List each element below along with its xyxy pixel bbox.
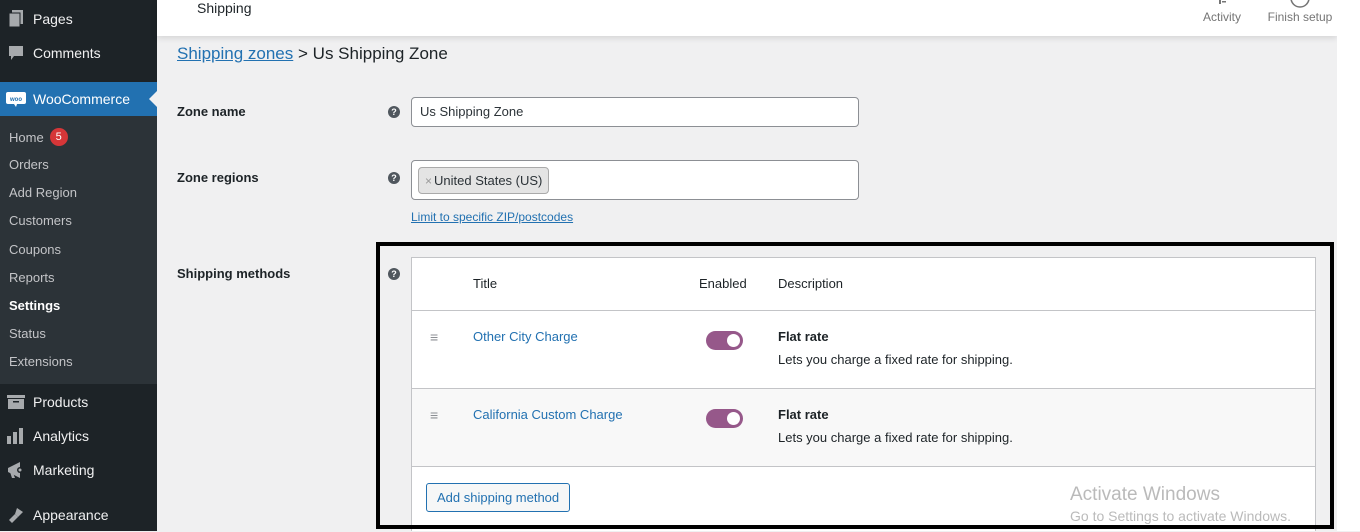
submenu-item-settings[interactable]: Settings [9,298,60,313]
sidebar-item-label: Analytics [33,428,90,444]
submenu-item-reports[interactable]: Reports [9,270,55,285]
submenu-item-label: Add Region [9,185,77,200]
sidebar-item-products[interactable]: Products [0,385,157,419]
comments-icon [6,43,26,63]
windows-activation-watermark: Activate Windows Go to Settings to activ… [1070,484,1291,524]
sidebar-item-marketing[interactable]: Marketing [0,453,157,487]
sidebar-item-label: Marketing [33,462,95,478]
zone-regions-label: Zone regions [177,170,259,185]
sidebar-item-analytics[interactable]: Analytics [0,419,157,453]
analytics-icon [6,426,26,446]
sidebar-item-woocommerce[interactable]: woo WooCommerce [0,82,157,116]
submenu-item-extensions[interactable]: Extensions [9,354,73,369]
current-menu-arrow [149,91,157,107]
admin-sidebar: Pages Comments woo WooCommerce Home 5 Or… [0,0,157,531]
breadcrumb-current: Us Shipping Zone [312,44,448,63]
sidebar-item-label: Appearance [33,507,109,523]
submenu-item-home[interactable]: Home 5 [9,128,68,146]
notification-badge: 5 [49,128,68,146]
watermark-subtitle: Go to Settings to activate Windows. [1070,508,1291,524]
submenu-item-status[interactable]: Status [9,326,46,341]
zone-regions-select[interactable]: × United States (US) [411,160,859,200]
page-heading: Shipping [197,0,252,16]
submenu-item-label: Extensions [9,354,73,369]
submenu-item-label: Orders [9,157,49,172]
help-icon[interactable]: ? [388,172,400,184]
region-chip: × United States (US) [418,167,550,194]
woocommerce-icon: woo [6,89,26,109]
woocommerce-submenu: Home 5 Orders Add Region Customers Coupo… [0,116,157,384]
finish-setup-label: Finish setup [1267,10,1333,24]
activity-label: Activity [1202,10,1241,24]
help-icon[interactable]: ? [388,106,400,118]
submenu-item-label: Status [9,326,46,341]
appearance-icon [6,505,26,525]
breadcrumb: Shipping zones > Us Shipping Zone [177,44,448,64]
progress-circle-icon [1290,0,1310,8]
submenu-item-label: Settings [9,298,61,313]
sidebar-item-appearance[interactable]: Appearance [0,498,157,532]
breadcrumb-separator: > [298,44,308,63]
finish-setup-button[interactable]: Finish setup [1265,0,1335,24]
limit-postcodes-link[interactable]: Limit to specific ZIP/postcodes [411,210,573,224]
zone-name-label: Zone name [177,104,246,119]
activity-icon [1219,0,1226,4]
submenu-item-coupons[interactable]: Coupons [9,242,61,257]
remove-region-icon[interactable]: × [425,174,432,188]
marketing-icon [6,460,26,480]
breadcrumb-shipping-zones-link[interactable]: Shipping zones [177,44,293,63]
submenu-item-add-region[interactable]: Add Region [9,185,77,200]
page-edge [1337,0,1360,531]
shipping-methods-label: Shipping methods [177,266,291,281]
sidebar-item-pages[interactable]: Pages [0,2,157,36]
submenu-item-customers[interactable]: Customers [9,213,72,228]
sidebar-item-label: Pages [33,11,73,27]
sidebar-item-label: WooCommerce [33,91,130,107]
submenu-item-label: Coupons [9,242,62,257]
sidebar-item-label: Comments [33,45,101,61]
submenu-item-label: Home [9,129,44,145]
activity-button[interactable]: Activity [1200,0,1244,24]
pages-icon [6,9,26,29]
zone-name-input[interactable]: Us Shipping Zone [411,97,859,127]
watermark-title: Activate Windows [1070,484,1220,505]
submenu-item-label: Customers [9,213,72,228]
submenu-item-label: Reports [9,270,55,285]
products-icon [6,392,26,412]
svg-text:woo: woo [9,97,22,103]
submenu-item-orders[interactable]: Orders [9,157,49,172]
region-chip-label: United States (US) [434,173,543,188]
sidebar-item-label: Products [33,394,89,410]
sidebar-item-comments[interactable]: Comments [0,36,157,70]
woocommerce-header: Shipping Activity Finish setup [157,0,1337,36]
